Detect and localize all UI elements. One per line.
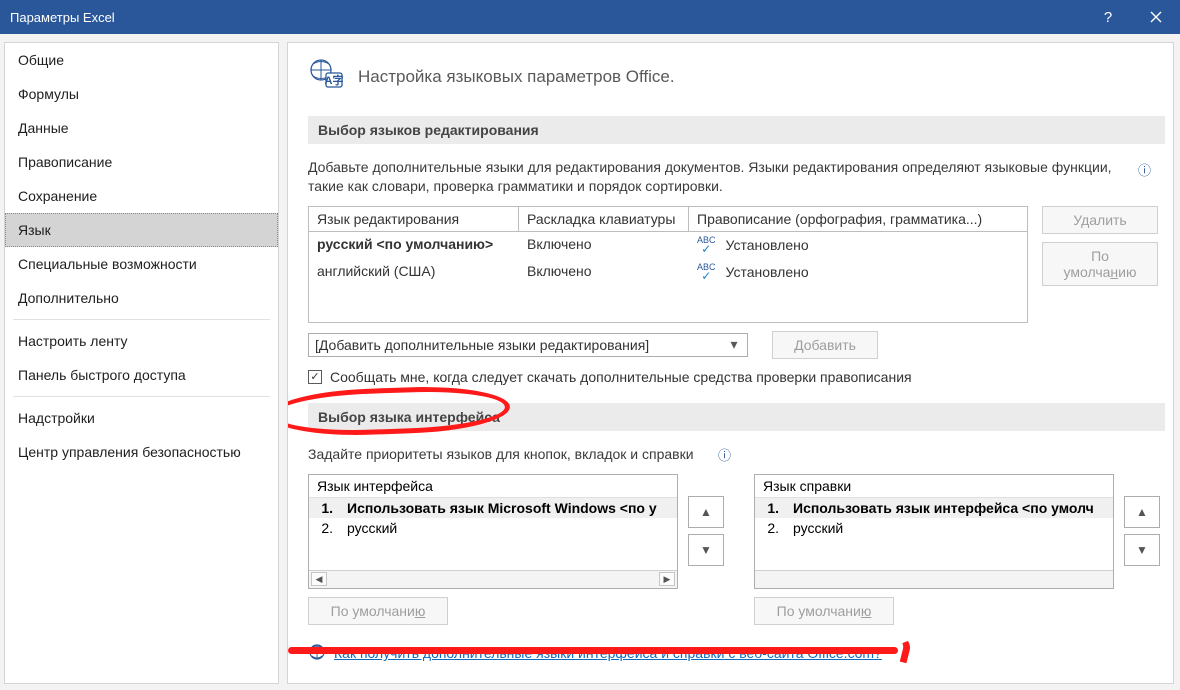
horizontal-scrollbar[interactable]: ◀ ▶ bbox=[309, 570, 677, 588]
table-row[interactable]: русский <по умолчанию> Включено ABC✓ Уст… bbox=[309, 232, 1027, 259]
move-up-button[interactable]: ▲ bbox=[1124, 496, 1160, 528]
list-header: Язык интерфейса bbox=[309, 475, 677, 498]
scroll-right-icon[interactable]: ▶ bbox=[659, 572, 675, 586]
sidebar-item-data[interactable]: Данные bbox=[5, 111, 278, 145]
checkbox-checked-icon: ✓ bbox=[308, 370, 322, 384]
sidebar-item-quick-access[interactable]: Панель быстрого доступа bbox=[5, 358, 278, 392]
set-default-language-button[interactable]: По умолчанию bbox=[1042, 242, 1158, 286]
excel-options-dialog: Параметры Excel ? Общие Формулы Данные П… bbox=[0, 0, 1180, 690]
list-item[interactable]: 2. русский bbox=[309, 518, 677, 538]
section-ui-language: Выбор языка интерфейса bbox=[308, 403, 1165, 431]
more-languages-link[interactable]: Как получить дополнительные языки интерф… bbox=[334, 645, 882, 661]
editing-languages-table[interactable]: Язык редактирования Раскладка клавиатуры… bbox=[308, 206, 1028, 323]
sidebar-item-formulas[interactable]: Формулы bbox=[5, 77, 278, 111]
ui-language-description: Задайте приоритеты языков для кнопок, вк… bbox=[308, 445, 1165, 464]
sidebar-item-save[interactable]: Сохранение bbox=[5, 179, 278, 213]
interface-language-listbox[interactable]: Язык интерфейса 1. Использовать язык Mic… bbox=[308, 474, 678, 589]
list-item[interactable]: 1. Использовать язык Microsoft Windows <… bbox=[309, 498, 677, 518]
sidebar-item-addins[interactable]: Надстройки bbox=[5, 401, 278, 435]
table-row[interactable]: английский (США) Включено ABC✓ Установле… bbox=[309, 259, 1027, 286]
abc-check-icon: ABC✓ bbox=[697, 236, 716, 255]
sidebar-divider bbox=[13, 319, 270, 320]
language-globe-icon: A字 bbox=[308, 57, 346, 96]
editing-description: Добавьте дополнительные языки для редакт… bbox=[308, 158, 1165, 196]
add-language-dropdown[interactable]: [Добавить дополнительные языки редактиро… bbox=[308, 333, 748, 357]
list-item[interactable]: 1. Использовать язык интерфейса <по умол… bbox=[755, 498, 1113, 518]
list-header: Язык справки bbox=[755, 475, 1113, 498]
delete-language-button[interactable]: Удалить bbox=[1042, 206, 1158, 234]
window-title: Параметры Excel bbox=[10, 10, 1084, 25]
sidebar-item-language[interactable]: Язык bbox=[5, 213, 278, 247]
interface-set-default-button[interactable]: По умолчанию bbox=[308, 597, 448, 625]
scroll-left-icon[interactable]: ◀ bbox=[311, 572, 327, 586]
help-button[interactable]: ? bbox=[1084, 0, 1132, 34]
col-keyboard-layout: Раскладка клавиатуры bbox=[519, 207, 689, 231]
notify-proofing-checkbox[interactable]: ✓ Сообщать мне, когда следует скачать до… bbox=[308, 369, 1165, 385]
move-up-button[interactable]: ▲ bbox=[688, 496, 724, 528]
move-down-button[interactable]: ▼ bbox=[1124, 534, 1160, 566]
panel-heading: A字 Настройка языковых параметров Office. bbox=[308, 57, 1165, 96]
sidebar-item-advanced[interactable]: Дополнительно bbox=[5, 281, 278, 315]
sidebar-item-general[interactable]: Общие bbox=[5, 43, 278, 77]
svg-text:A字: A字 bbox=[325, 73, 344, 87]
sidebar-item-customize-ribbon[interactable]: Настроить ленту bbox=[5, 324, 278, 358]
table-header: Язык редактирования Раскладка клавиатуры… bbox=[309, 207, 1027, 232]
move-down-button[interactable]: ▼ bbox=[688, 534, 724, 566]
dialog-body: Общие Формулы Данные Правописание Сохран… bbox=[0, 34, 1180, 690]
horizontal-scrollbar bbox=[755, 570, 1113, 588]
main-panel: A字 Настройка языковых параметров Office.… bbox=[287, 42, 1174, 684]
help-language-listbox[interactable]: Язык справки 1. Использовать язык интерф… bbox=[754, 474, 1114, 589]
close-button[interactable] bbox=[1132, 0, 1180, 34]
add-language-button[interactable]: Добавить bbox=[772, 331, 878, 359]
titlebar: Параметры Excel ? bbox=[0, 0, 1180, 34]
help-set-default-button[interactable]: По умолчанию bbox=[754, 597, 894, 625]
col-editing-language: Язык редактирования bbox=[309, 207, 519, 231]
panel-title: Настройка языковых параметров Office. bbox=[358, 67, 675, 87]
list-item[interactable]: 2. русский bbox=[755, 518, 1113, 538]
sidebar-item-trust-center[interactable]: Центр управления безопасностью bbox=[5, 435, 278, 469]
chevron-down-icon: ▾ bbox=[725, 336, 743, 354]
info-icon[interactable]: ⓘ bbox=[1138, 160, 1151, 179]
col-proofing: Правописание (орфография, грамматика...) bbox=[689, 207, 1027, 231]
abc-check-icon: ABC✓ bbox=[697, 263, 716, 282]
sidebar-divider bbox=[13, 396, 270, 397]
globe-icon bbox=[308, 643, 326, 664]
sidebar: Общие Формулы Данные Правописание Сохран… bbox=[4, 42, 279, 684]
sidebar-item-proofing[interactable]: Правописание bbox=[5, 145, 278, 179]
sidebar-item-accessibility[interactable]: Специальные возможности bbox=[5, 247, 278, 281]
info-icon[interactable]: ⓘ bbox=[718, 445, 731, 464]
section-editing-languages: Выбор языков редактирования bbox=[308, 116, 1165, 144]
